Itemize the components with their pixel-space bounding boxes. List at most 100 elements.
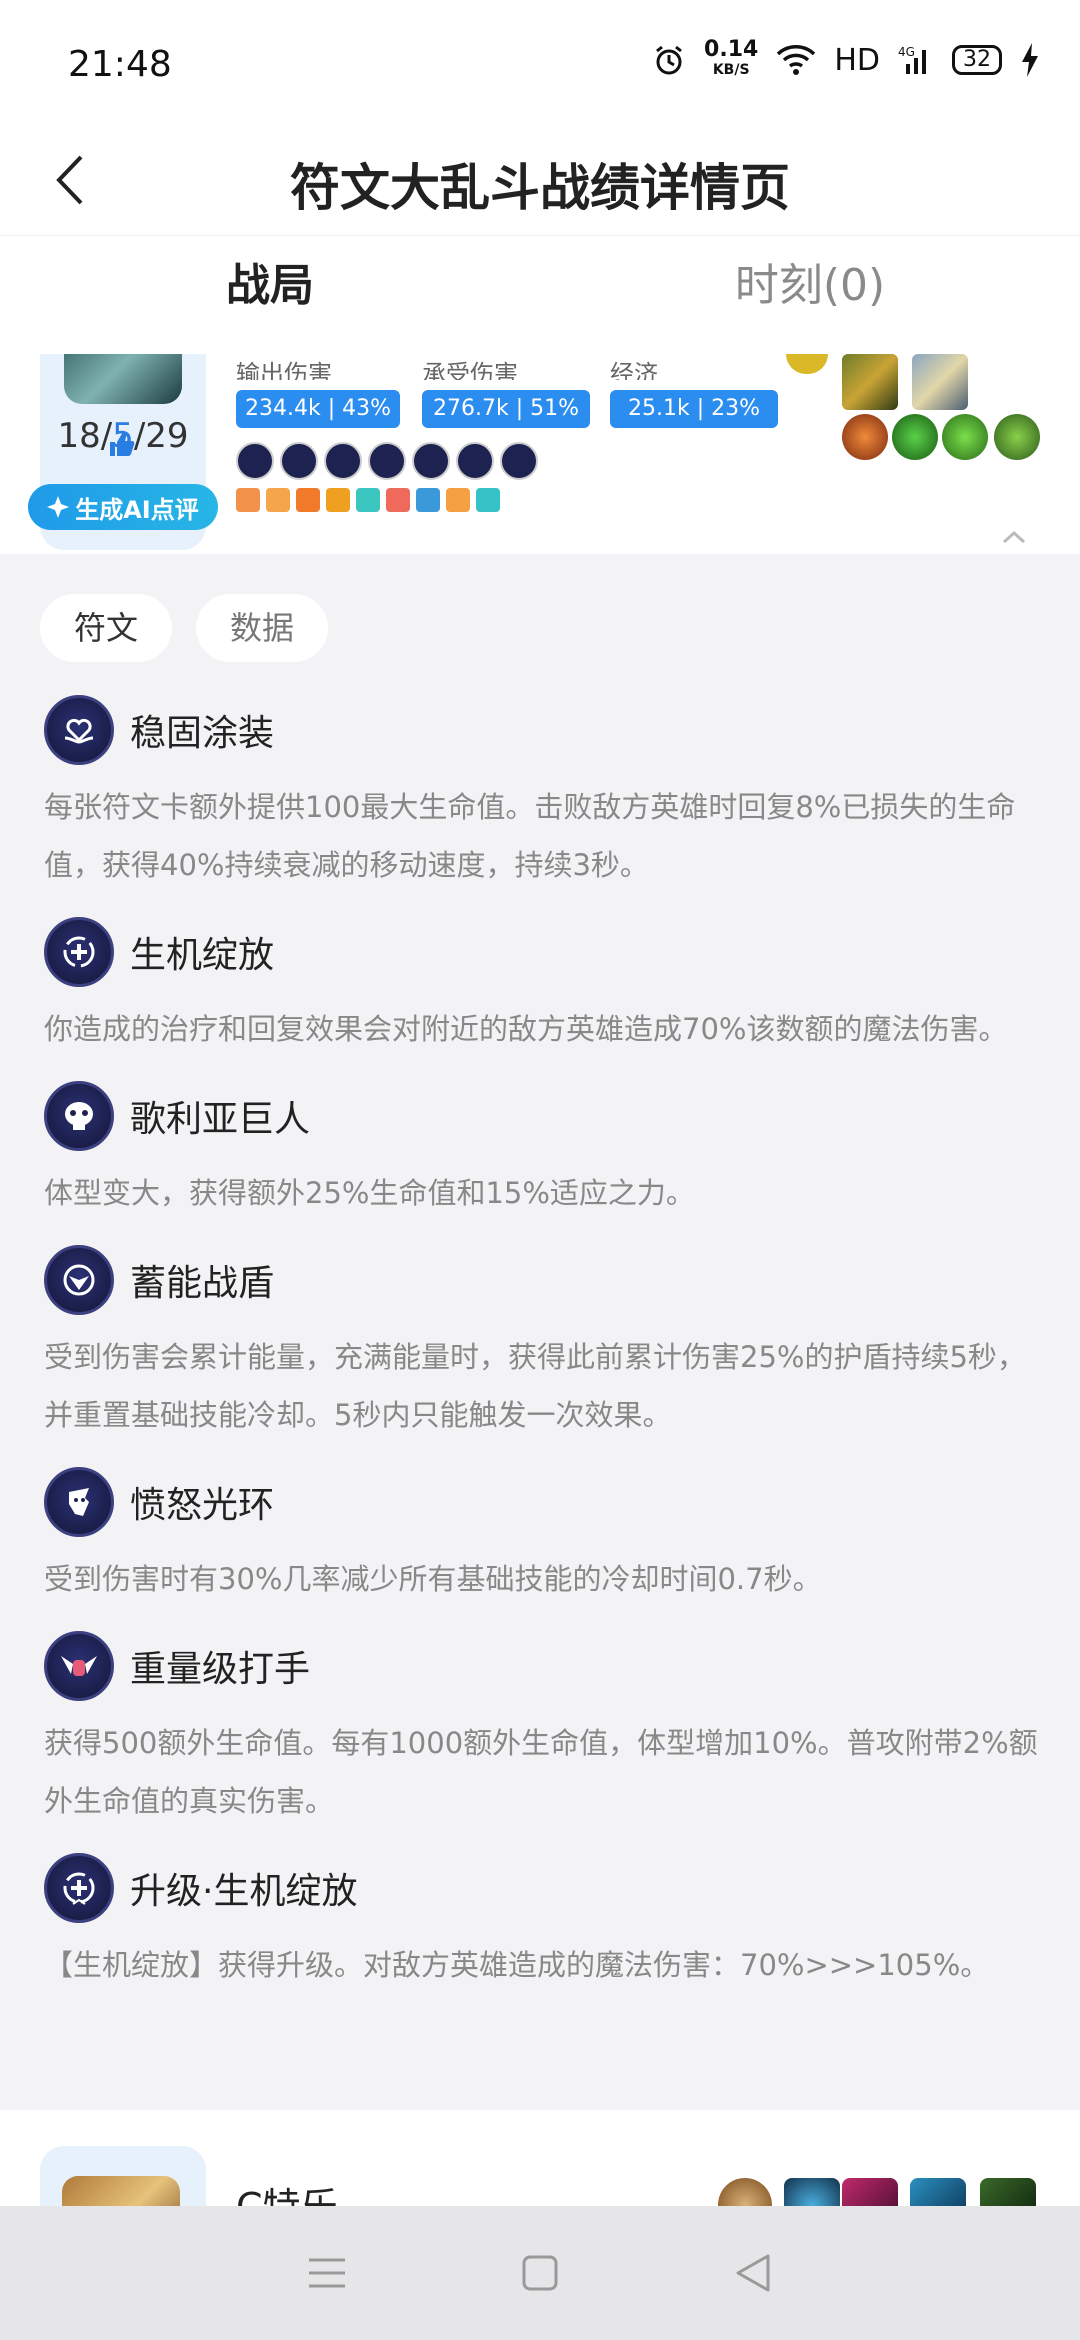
sparkle-icon	[47, 496, 70, 518]
rune-mini-icon	[412, 442, 450, 480]
ai-review-button[interactable]: 生成AI点评	[28, 484, 218, 530]
damage-taken-value: 276.7k | 51%	[422, 390, 590, 428]
augment-mini-icon	[296, 488, 320, 512]
page-title: 符文大乱斗战绩详情页	[290, 159, 790, 217]
rune-mini-icon	[500, 442, 538, 480]
rune-list: 稳固涂装 每张符文卡额外提供100最大生命值。击败敌方英雄时回复8%已损失的生命…	[44, 694, 1040, 2016]
angry-face-icon	[44, 1467, 114, 1537]
summoner-spell-icon[interactable]	[892, 414, 938, 460]
rune-name: 蓄能战盾	[130, 1263, 275, 1304]
champion-avatar-box	[40, 2146, 206, 2206]
champion-avatar	[64, 354, 182, 404]
damage-taken-stat: 承受伤害 276.7k | 51%	[422, 354, 590, 428]
item-icon	[784, 2178, 840, 2206]
gold-value: 25.1k | 23%	[610, 390, 778, 428]
rune-description: 每张符文卡额外提供100最大生命值。击败敌方英雄时回复8%已损失的生命值，获得4…	[44, 790, 1016, 882]
plus-circle-upgrade-icon	[44, 1853, 114, 1923]
header: 符文大乱斗战绩详情页	[0, 130, 1080, 236]
damage-dealt-value: 234.4k | 43%	[236, 390, 400, 428]
next-player-card[interactable]: C特乐	[0, 2110, 1080, 2206]
rune-icon-row	[236, 442, 538, 480]
rune-entry: 升级·生机绽放 【生机绽放】获得升级。对敌方英雄造成的魔法伤害：70%>>>10…	[44, 1852, 1040, 1994]
rune-name: 升级·生机绽放	[130, 1871, 358, 1912]
augment-mini-icon	[266, 488, 290, 512]
player-name: C特乐	[236, 2176, 339, 2206]
augment-mini-icon	[356, 488, 380, 512]
item-icon[interactable]	[842, 354, 898, 410]
tab-battle[interactable]: 战局	[0, 236, 540, 354]
pill-runes[interactable]: 符文	[40, 594, 173, 662]
menu-icon	[308, 2258, 345, 2288]
rune-mini-icon	[236, 442, 274, 480]
rune-description: 获得500额外生命值。每有1000额外生命值，体型增加10%。普攻附带2%额外生…	[44, 1726, 1038, 1818]
rune-name: 生机绽放	[130, 935, 275, 976]
system-nav-bar	[0, 2206, 1080, 2340]
augment-mini-icon	[386, 488, 410, 512]
augment-mini-icon	[476, 488, 500, 512]
hd-label: HD	[834, 42, 880, 78]
rune-description: 【生机绽放】获得升级。对敌方英雄造成的魔法伤害：70%>>>105%。	[44, 1948, 990, 1982]
status-time: 21:48	[68, 44, 172, 85]
tab-moments[interactable]: 时刻(0)	[540, 236, 1080, 354]
augment-mini-icon	[236, 488, 260, 512]
back-nav-button[interactable]	[723, 2243, 783, 2303]
augment-mini-icon	[416, 488, 440, 512]
augment-mini-icon	[326, 488, 350, 512]
item-icon[interactable]	[912, 354, 968, 410]
rune-description: 受到伤害会累计能量，充满能量时，获得此前累计伤害25%的护盾持续5秒，并重置基础…	[44, 1340, 1026, 1432]
item-icon[interactable]	[786, 354, 828, 374]
status-icons: 0.14 KB/S HD 4G 32	[652, 37, 1040, 80]
item-icon	[910, 2178, 966, 2206]
augment-mini-icon	[446, 488, 470, 512]
shield-icon	[44, 1245, 114, 1315]
heart-hand-icon	[44, 695, 114, 765]
tab-bar: 战局 时刻(0)	[0, 236, 1080, 354]
chevron-up-icon	[1002, 530, 1026, 544]
damage-dealt-stat: 输出伤害 234.4k | 43%	[236, 354, 400, 428]
rune-mini-icon	[280, 442, 318, 480]
thumbs-up-icon	[110, 432, 135, 456]
rune-entry: 蓄能战盾 受到伤害会累计能量，充满能量时，获得此前累计伤害25%的护盾持续5秒，…	[44, 1244, 1040, 1444]
rune-description: 你造成的治疗和回复效果会对附近的敌方英雄造成70%该数额的魔法伤害。	[44, 1012, 1008, 1046]
battery-indicator: 32	[952, 45, 1002, 75]
rune-mini-icon	[368, 442, 406, 480]
rune-entry: 愤怒光环 受到伤害时有30%几率减少所有基础技能的冷却时间0.7秒。	[44, 1466, 1040, 1608]
rune-name: 稳固涂装	[130, 713, 275, 754]
svg-text:4G: 4G	[898, 45, 915, 59]
rune-description: 受到伤害时有30%几率减少所有基础技能的冷却时间0.7秒。	[44, 1562, 822, 1596]
champion-avatar	[62, 2176, 180, 2206]
rune-name: 愤怒光环	[130, 1485, 275, 1526]
summoner-spell-icon[interactable]	[942, 414, 988, 460]
net-speed: 0.14 KB/S	[704, 37, 759, 79]
charging-icon	[1022, 43, 1038, 77]
rune-entry: 歌利亚巨人 体型变大，获得额外25%生命值和15%适应之力。	[44, 1080, 1040, 1222]
signal-icon: 4G	[898, 45, 926, 74]
summoner-spell-icon[interactable]	[842, 414, 888, 460]
detail-pill-tabs: 符文 数据	[40, 594, 329, 662]
status-bar: 21:48 0.14 KB/S HD 4G 32	[0, 0, 1080, 130]
rune-name: 重量级打手	[130, 1649, 311, 1690]
wifi-icon	[777, 45, 816, 75]
plus-circle-icon	[44, 917, 114, 987]
menu-button[interactable]	[297, 2243, 357, 2303]
summoner-spell-icon[interactable]	[994, 414, 1040, 460]
winged-fist-icon	[44, 1631, 114, 1701]
home-button[interactable]	[510, 2243, 570, 2303]
rune-mini-icon	[324, 442, 362, 480]
alarm-icon	[656, 45, 682, 75]
rune-description: 体型变大，获得额外25%生命值和15%适应之力。	[44, 1176, 695, 1210]
pill-data[interactable]: 数据	[196, 594, 329, 662]
collapse-button[interactable]	[984, 530, 1044, 554]
triangle-back-icon	[736, 2254, 770, 2292]
rune-mini-icon	[456, 442, 494, 480]
gold-stat: 经济 25.1k | 23%	[610, 354, 778, 428]
rune-name: 歌利亚巨人	[130, 1099, 311, 1140]
rune-entry: 稳固涂装 每张符文卡额外提供100最大生命值。击败敌方英雄时回复8%已损失的生命…	[44, 694, 1040, 894]
rune-entry: 重量级打手 获得500额外生命值。每有1000额外生命值，体型增加10%。普攻附…	[44, 1630, 1040, 1830]
player-summary-card: 15 18/5/29 生成AI点评 输出伤害 234.4k | 43% 承受伤害…	[0, 354, 1080, 554]
square-icon	[522, 2255, 558, 2291]
item-icon	[842, 2178, 898, 2206]
item-icon	[980, 2178, 1036, 2206]
giant-icon	[44, 1081, 114, 1151]
rune-entry: 生机绽放 你造成的治疗和回复效果会对附近的敌方英雄造成70%该数额的魔法伤害。	[44, 916, 1040, 1058]
